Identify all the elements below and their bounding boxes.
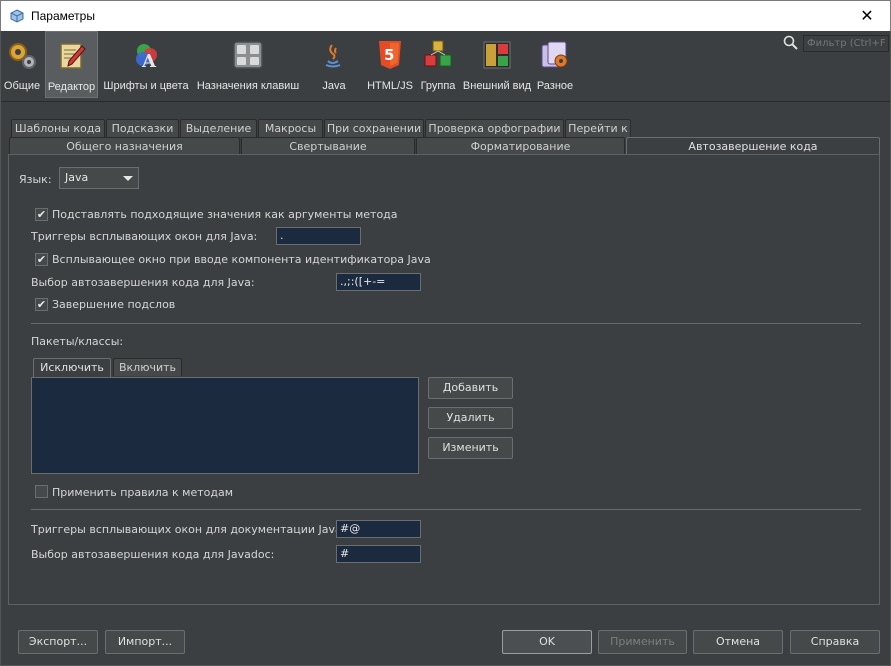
filter-input[interactable] (803, 35, 889, 52)
java-icon (325, 44, 341, 68)
popup-triggers-label: Триггеры всплывающих окон для Java: (31, 230, 258, 243)
filter-box (783, 35, 889, 52)
javadoc-triggers-field[interactable]: #@ (336, 520, 421, 538)
popup-identifier-label: Всплывающее окно при вводе компонента ид… (52, 253, 431, 266)
javadoc-triggers-label: Триггеры всплывающих окон для документац… (31, 523, 366, 536)
apply-button[interactable]: Применить (598, 630, 687, 654)
dialog-body: Общие Редактор A Шрифты и цвета Назначен… (0, 31, 891, 666)
misc-icon (541, 41, 568, 68)
tab-formatting[interactable]: Форматирование (416, 137, 625, 155)
tab-macros[interactable]: Макросы (258, 119, 323, 137)
category-html-js[interactable]: 5 HTML/JS (365, 31, 415, 98)
javadoc-selectors-label: Выбор автозавершения кода для Javadoc: (31, 548, 275, 561)
packages-label: Пакеты/классы: (31, 335, 124, 348)
subtab-exclude[interactable]: Исключить (33, 358, 111, 377)
svg-text:A: A (141, 51, 157, 71)
appearance-icon (483, 41, 511, 69)
search-icon (783, 35, 798, 50)
language-value: Java (65, 171, 89, 184)
method-args-label: Подставлять подходящие значения как аргу… (52, 208, 398, 221)
window-title: Параметры (31, 9, 95, 23)
javadoc-selectors-field[interactable]: # (336, 545, 421, 563)
tab-row-2: Общего назначения Свертывание Форматиров… (9, 137, 881, 156)
category-general[interactable]: Общие (1, 31, 43, 98)
category-label: Группа (420, 80, 456, 92)
tab-code-templates[interactable]: Шаблоны кода (11, 119, 105, 137)
tab-folding[interactable]: Свертывание (241, 137, 415, 155)
category-label: Шрифты и цвета (103, 80, 189, 92)
category-editor[interactable]: Редактор (45, 31, 98, 98)
apply-methods-label: Применить правила к методам (52, 486, 234, 499)
category-label: Внешний вид (462, 80, 532, 92)
tab-general[interactable]: Общего назначения (9, 137, 240, 155)
packages-list[interactable] (31, 377, 419, 474)
tab-spellcheck[interactable]: Проверка орфографии (425, 119, 564, 137)
import-button[interactable]: Импорт... (105, 630, 185, 654)
language-label: Язык: (19, 173, 52, 186)
category-appearance[interactable]: Внешний вид (461, 31, 533, 98)
category-label: Java (322, 80, 346, 92)
toolbar-separator (1, 101, 890, 102)
tab-go-to[interactable]: Перейти к (565, 119, 631, 137)
category-label: Редактор (47, 81, 96, 93)
export-button[interactable]: Экспорт... (18, 630, 98, 654)
category-label: HTML/JS (367, 80, 413, 92)
subword-label: Завершение подслов (52, 298, 176, 311)
chevron-down-icon (123, 176, 133, 181)
tab-on-save[interactable]: При сохранении (324, 119, 424, 137)
apply-methods-checkbox[interactable] (35, 485, 48, 498)
keyboard-icon (233, 41, 263, 69)
method-args-checkbox[interactable]: ✔ (35, 208, 48, 221)
remove-button[interactable]: Удалить (428, 407, 513, 429)
window-title-bar: Параметры ✕ (0, 0, 891, 31)
tab-highlighting[interactable]: Выделение (180, 119, 257, 137)
subword-checkbox[interactable]: ✔ (35, 298, 48, 311)
svg-text:5: 5 (384, 46, 394, 64)
category-label: Общие (3, 80, 41, 92)
language-select[interactable]: Java (59, 167, 139, 189)
cancel-button[interactable]: Отмена (693, 630, 783, 654)
tab-hints[interactable]: Подсказки (106, 119, 179, 137)
category-fonts-colors[interactable]: A Шрифты и цвета (101, 31, 191, 98)
html5-icon: 5 (379, 41, 401, 69)
help-button[interactable]: Справка (790, 630, 880, 654)
popup-identifier-checkbox[interactable]: ✔ (35, 253, 48, 266)
category-label: Назначения клавиш (196, 80, 300, 92)
popup-triggers-field[interactable]: . (276, 227, 361, 245)
ok-button[interactable]: OK (502, 630, 592, 654)
category-label: Разное (536, 80, 574, 92)
tab-row-1: Шаблоны кода Подсказки Выделение Макросы… (9, 119, 881, 137)
close-window-button[interactable]: ✕ (844, 1, 890, 31)
group-icon (424, 40, 452, 67)
separator (31, 509, 861, 510)
selectors-field[interactable]: .,;:([+-= (336, 273, 421, 291)
edit-button[interactable]: Изменить (428, 437, 513, 459)
separator (31, 323, 861, 324)
gears-icon (9, 43, 36, 69)
netbeans-cube-icon (10, 9, 24, 23)
subtab-include[interactable]: Включить (113, 358, 182, 376)
fonts-colors-icon: A (136, 44, 157, 71)
category-misc[interactable]: Разное (535, 31, 575, 98)
editor-icon (59, 43, 86, 69)
category-toolbar: Общие Редактор A Шрифты и цвета Назначен… (1, 31, 890, 98)
category-team[interactable]: Группа (417, 31, 459, 98)
category-java[interactable]: Java (305, 31, 363, 98)
category-keymap[interactable]: Назначения клавиш (194, 31, 302, 98)
selectors-label: Выбор автозавершения кода для Java: (31, 276, 255, 289)
add-button[interactable]: Добавить (428, 377, 513, 399)
